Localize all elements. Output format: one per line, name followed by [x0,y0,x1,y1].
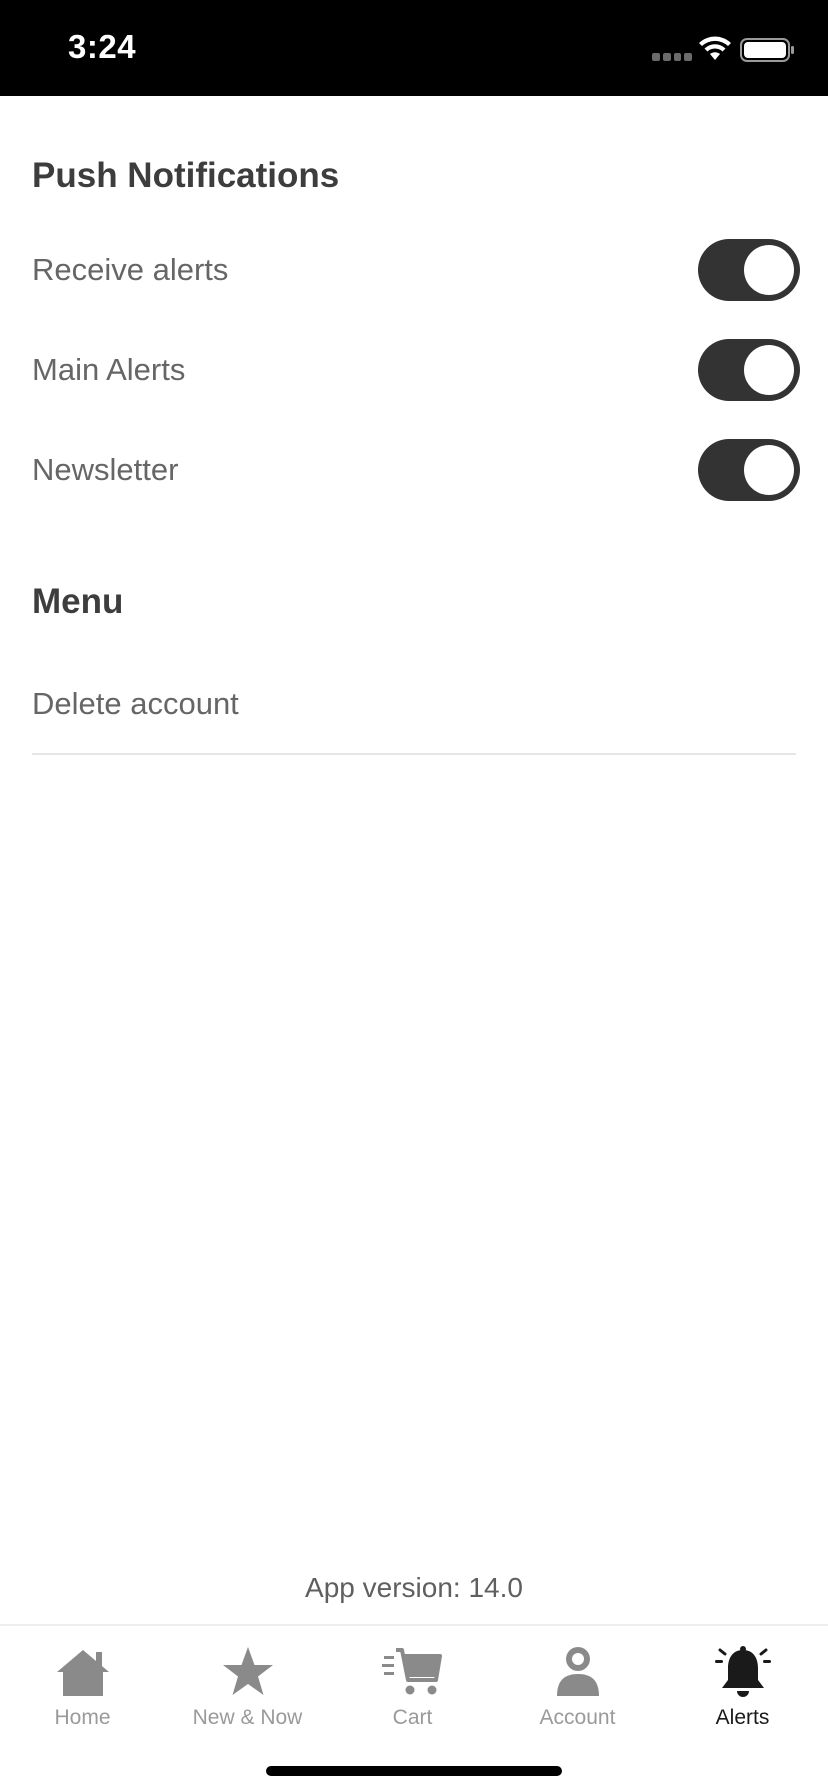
cart-icon [381,1648,442,1695]
tab-account[interactable]: Account [495,1636,660,1746]
main-alerts-toggle[interactable] [698,339,800,401]
home-indicator [266,1766,562,1776]
person-icon [556,1647,599,1696]
cellular-signal-icon [652,53,692,61]
tab-cart-label: Cart [392,1706,433,1729]
tab-home[interactable]: Home [0,1636,165,1746]
newsletter-toggle[interactable] [698,439,800,501]
push-notifications-title: Push Notifications [32,156,340,195]
toggle-knob [744,245,794,295]
app-version: App version: 14.0 [305,1572,523,1603]
status-bar: 3:24 [0,0,828,96]
tab-home-label: Home [54,1706,111,1729]
home-icon [56,1650,109,1696]
tab-alerts-label: Alerts [715,1706,770,1729]
delete-account-item[interactable]: Delete account [32,686,239,722]
divider [32,753,796,755]
newsletter-label: Newsletter [32,452,179,487]
wifi-icon [699,36,731,60]
receive-alerts-toggle[interactable] [698,239,800,301]
battery-icon [740,38,794,62]
bell-icon [714,1646,771,1697]
toggle-knob [744,345,794,395]
status-time: 3:24 [68,28,137,65]
tab-cart[interactable]: Cart [330,1636,495,1746]
main-alerts-label: Main Alerts [32,352,186,387]
menu-title: Menu [32,582,124,621]
tab-new-and-now-label: New & Now [192,1706,303,1729]
tab-alerts[interactable]: Alerts [660,1636,825,1746]
receive-alerts-label: Receive alerts [32,252,229,287]
tab-account-label: Account [539,1706,616,1729]
star-icon [222,1647,273,1695]
tab-new-and-now[interactable]: New & Now [165,1636,330,1746]
screen: 3:24 Push Notifications Receive alerts M… [0,0,828,1792]
toggle-knob [744,445,794,495]
